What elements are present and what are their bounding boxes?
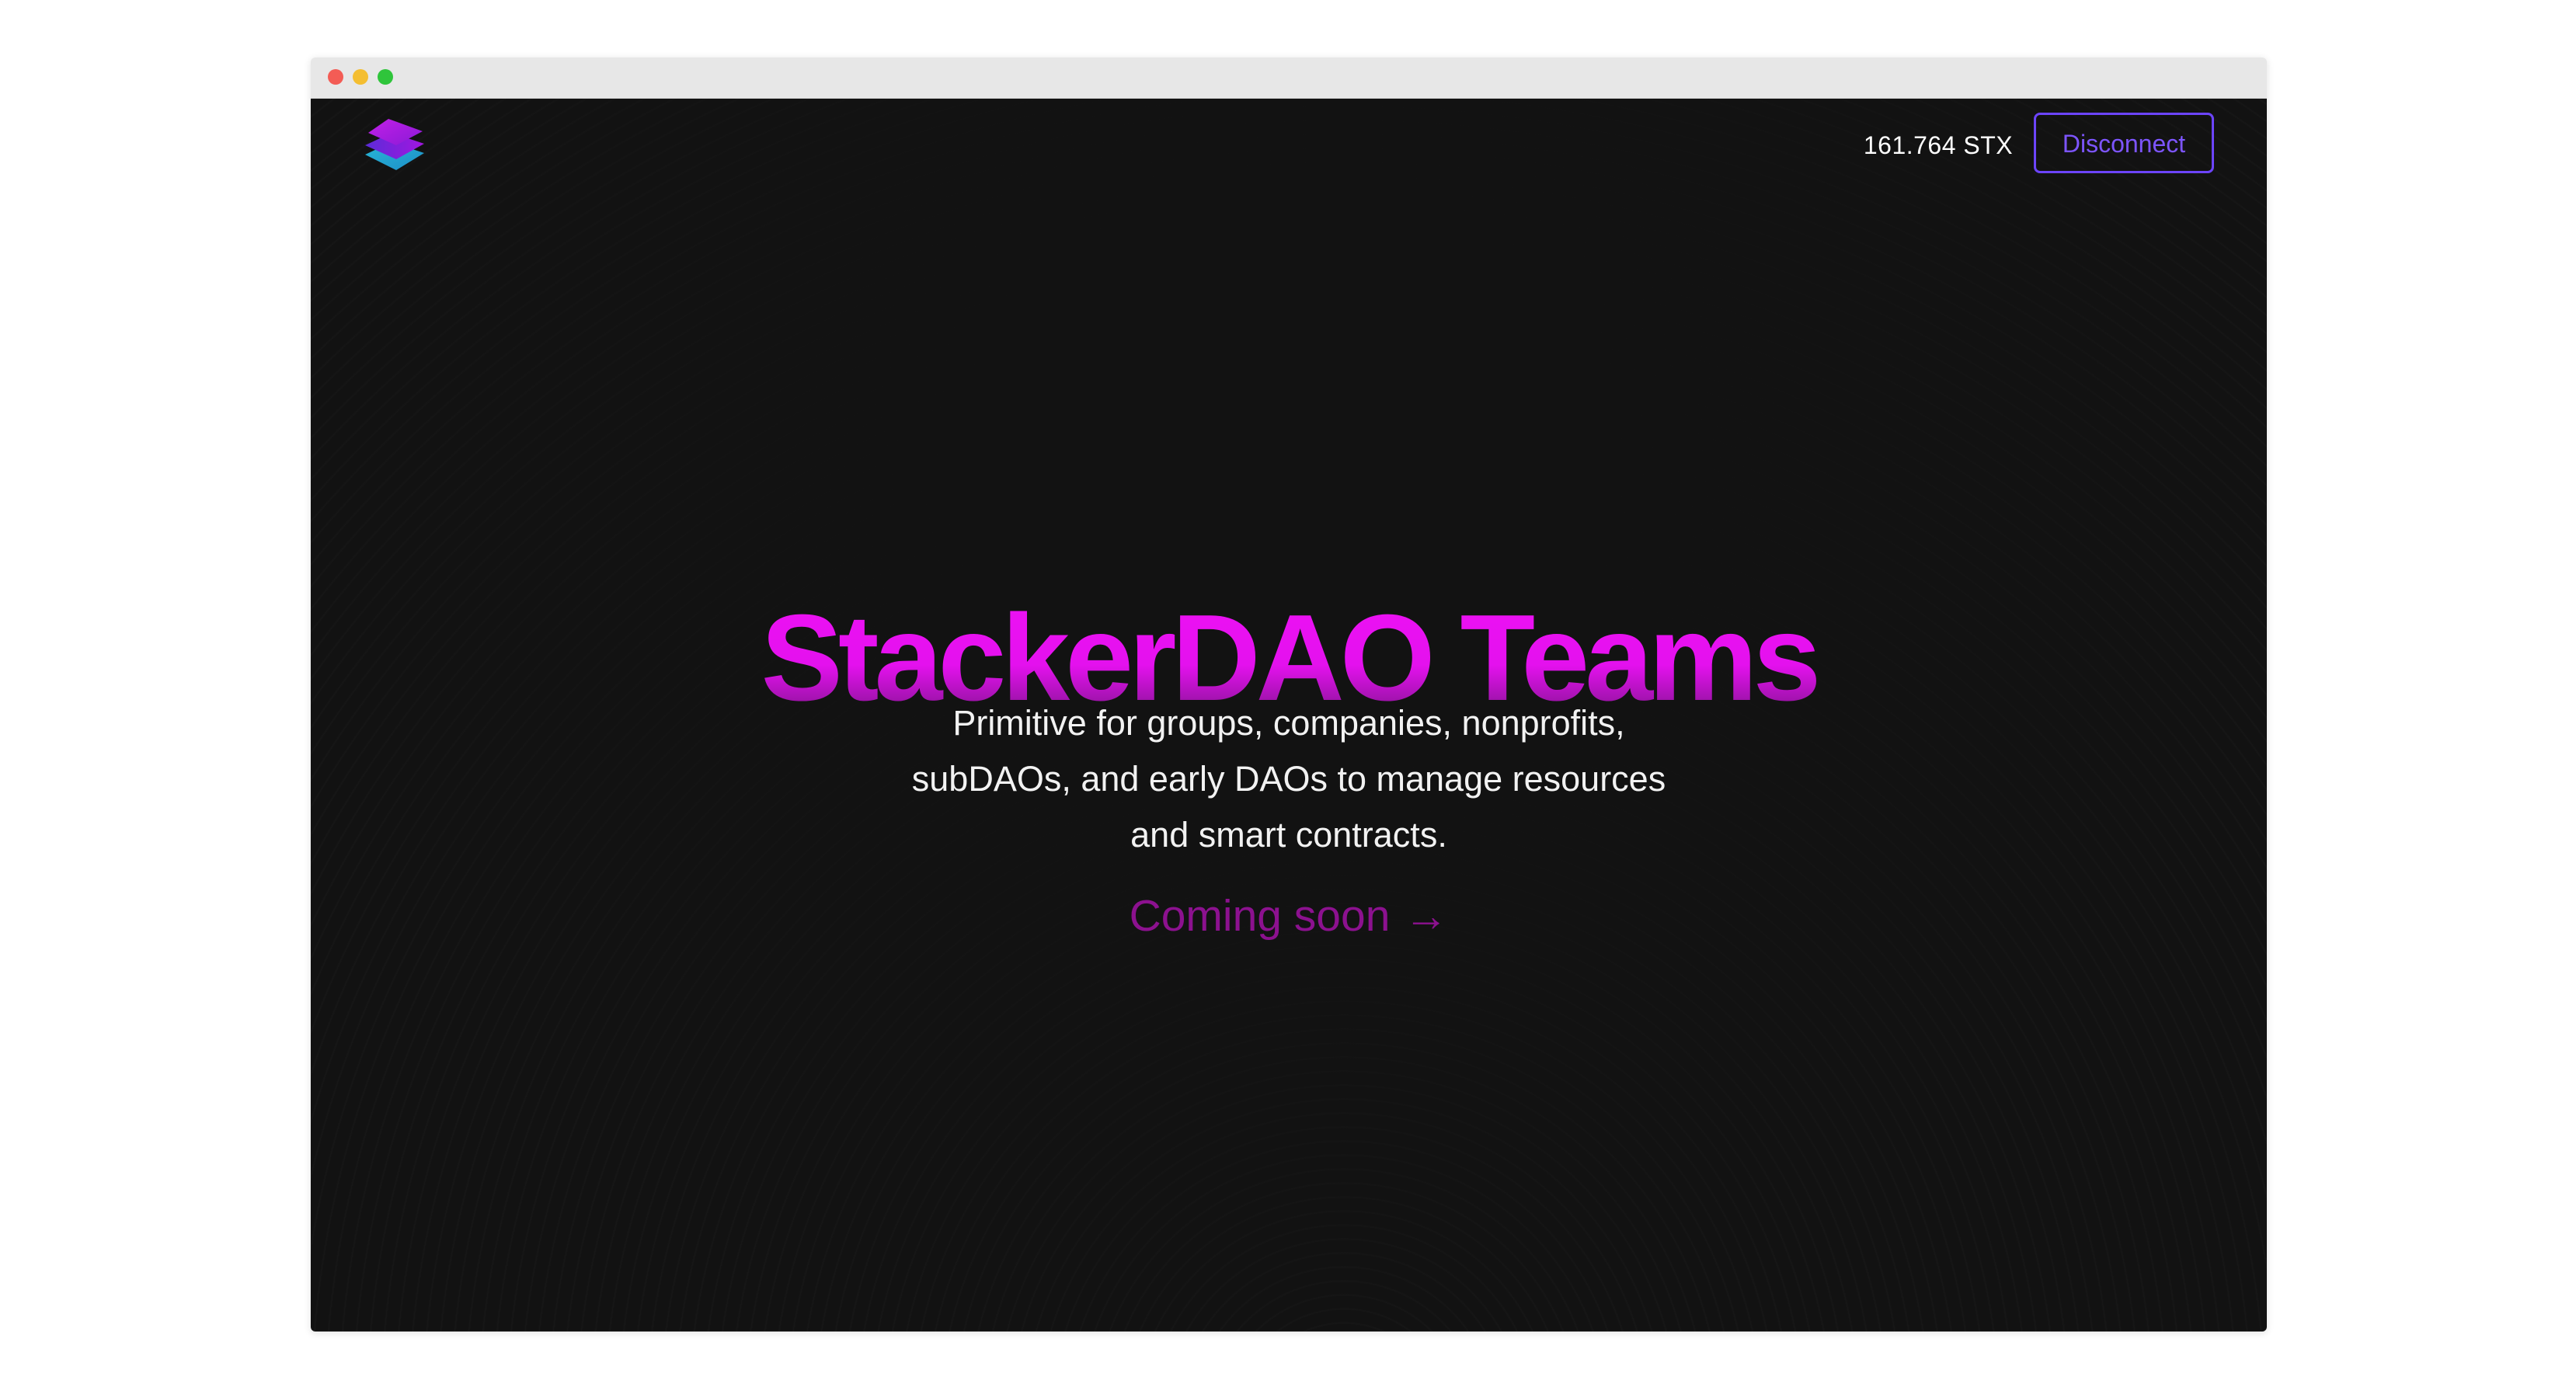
hero-subtitle: Primitive for groups, companies, nonprof… (889, 695, 1689, 863)
hero-subtitle-line-1: Primitive for groups, companies, nonprof… (952, 703, 1625, 743)
close-window-button[interactable] (328, 69, 343, 85)
browser-window: 161.764 STX Disconnect StackerDAO Teams … (311, 57, 2267, 1332)
page-viewport: 161.764 STX Disconnect StackerDAO Teams … (311, 99, 2267, 1332)
arrow-right-icon: → (1404, 891, 1449, 941)
stackerdao-logo-icon[interactable] (362, 114, 427, 173)
stx-balance: 161.764 STX (1863, 131, 2014, 159)
maximize-window-button[interactable] (378, 69, 393, 85)
hero-subtitle-line-3: and smart contracts. (1130, 815, 1447, 855)
hero-subtitle-line-2: subDAOs, and early DAOs to manage resour… (911, 759, 1666, 799)
minimize-window-button[interactable] (353, 69, 368, 85)
coming-soon-link[interactable]: Coming soon → (1056, 885, 1522, 947)
disconnect-button[interactable]: Disconnect (2034, 113, 2214, 173)
window-titlebar (311, 57, 2267, 99)
coming-soon-label: Coming soon (1129, 891, 1391, 941)
